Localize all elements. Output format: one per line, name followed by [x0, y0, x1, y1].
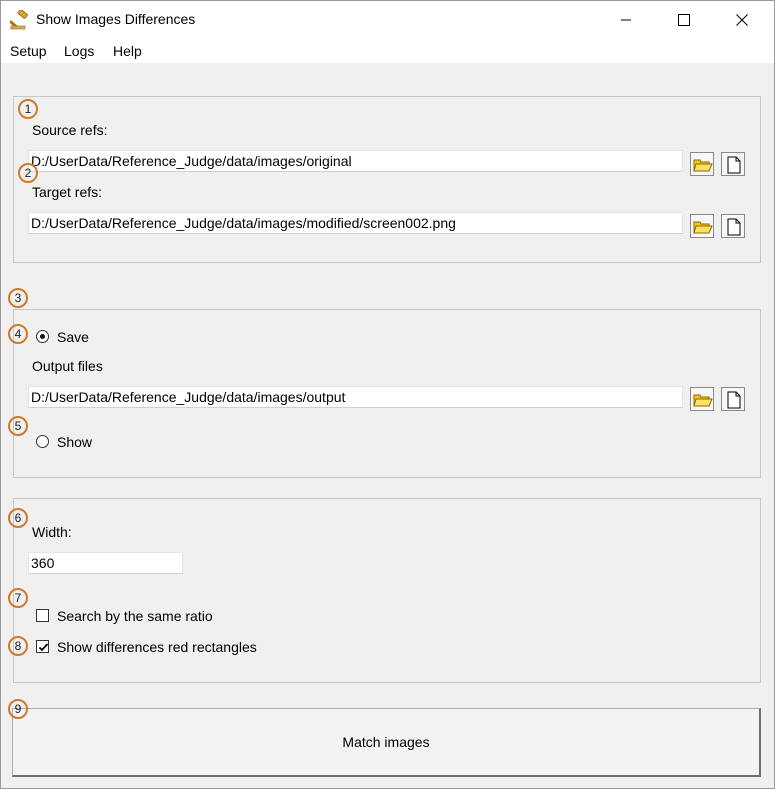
same-ratio-checkbox[interactable]	[36, 609, 49, 622]
menu-setup[interactable]: Setup	[10, 43, 47, 59]
same-ratio-label[interactable]: Search by the same ratio	[57, 608, 213, 624]
save-radio-label[interactable]: Save	[57, 329, 89, 345]
gavel-icon	[8, 9, 30, 30]
window-title: Show Images Differences	[36, 11, 196, 27]
annotation-marker-1: 1	[18, 99, 38, 119]
refs-group	[13, 96, 761, 263]
red-rectangles-checkbox[interactable]	[36, 640, 49, 653]
annotation-marker-9: 9	[8, 699, 28, 719]
target-select-file-button[interactable]	[721, 214, 745, 238]
annotation-marker-5: 5	[8, 416, 28, 436]
menu-logs[interactable]: Logs	[64, 43, 94, 59]
menu-help[interactable]: Help	[113, 43, 142, 59]
red-rectangles-label[interactable]: Show differences red rectangles	[57, 639, 257, 655]
save-radio[interactable]	[36, 330, 49, 343]
annotation-marker-8: 8	[8, 636, 28, 656]
show-radio-label[interactable]: Show	[57, 434, 92, 450]
new-file-icon	[727, 391, 741, 409]
open-folder-icon	[693, 159, 713, 172]
annotation-marker-3: 3	[8, 288, 28, 308]
width-input[interactable]: 360	[28, 552, 183, 574]
output-browse-folder-button[interactable]	[690, 387, 714, 411]
close-icon	[736, 14, 748, 26]
target-refs-label: Target refs:	[32, 184, 103, 200]
source-refs-input[interactable]: D:/UserData/Reference_Judge/data/images/…	[28, 150, 683, 172]
target-refs-input[interactable]: D:/UserData/Reference_Judge/data/images/…	[28, 212, 683, 234]
radio-selected-dot	[40, 334, 45, 339]
source-select-file-button[interactable]	[721, 152, 745, 176]
checkmark-icon	[38, 643, 49, 652]
app-window: Show Images Differences Setup Logs Help …	[0, 0, 775, 789]
output-select-file-button[interactable]	[721, 387, 745, 411]
output-files-label: Output files	[32, 358, 103, 374]
new-file-icon	[727, 218, 741, 236]
title-bar[interactable]: Show Images Differences	[1, 1, 774, 39]
output-files-input[interactable]: D:/UserData/Reference_Judge/data/images/…	[28, 386, 683, 408]
maximize-button[interactable]	[656, 1, 714, 39]
menu-bar: Setup Logs Help	[1, 39, 774, 63]
open-folder-icon	[693, 394, 713, 407]
maximize-icon	[678, 14, 690, 26]
minimize-button[interactable]	[598, 1, 656, 39]
show-radio[interactable]	[36, 435, 49, 448]
target-browse-folder-button[interactable]	[690, 214, 714, 238]
annotation-marker-7: 7	[8, 588, 28, 608]
close-button[interactable]	[714, 1, 772, 39]
minimize-icon	[621, 19, 631, 21]
match-images-button[interactable]: Match images	[12, 708, 761, 777]
annotation-marker-2: 2	[18, 163, 38, 183]
source-refs-label: Source refs:	[32, 122, 108, 138]
settings-group	[13, 498, 761, 683]
annotation-marker-6: 6	[8, 508, 28, 528]
new-file-icon	[727, 156, 741, 174]
open-folder-icon	[693, 221, 713, 234]
annotation-marker-4: 4	[8, 324, 28, 344]
width-label: Width:	[32, 524, 72, 540]
source-browse-folder-button[interactable]	[690, 152, 714, 176]
